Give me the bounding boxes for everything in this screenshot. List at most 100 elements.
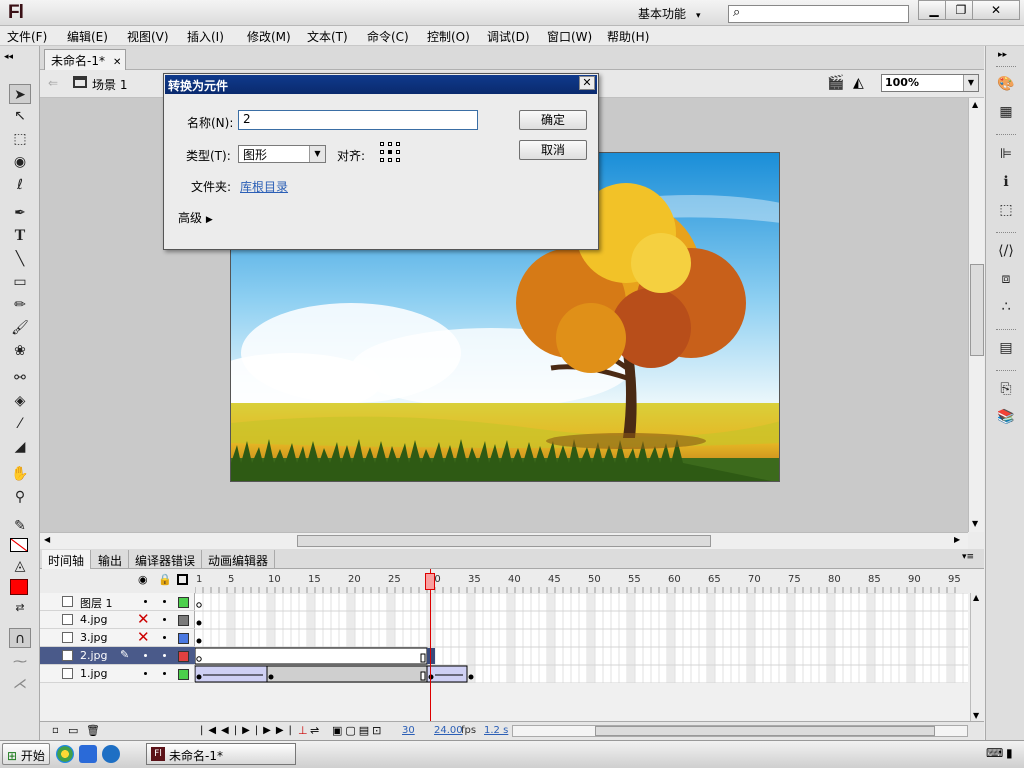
menu-modify[interactable]: 修改(M): [247, 28, 291, 45]
scroll-up-icon[interactable]: ▲: [972, 100, 978, 109]
back-arrow-icon[interactable]: ⇐: [48, 76, 58, 90]
eraser-tool-icon[interactable]: ◢: [9, 437, 31, 457]
visible-dot[interactable]: [144, 654, 147, 657]
timeline-horizontal-scrollbar[interactable]: [512, 725, 968, 737]
align-panel-icon[interactable]: ⊫: [996, 145, 1016, 163]
end-frame[interactable]: [420, 671, 426, 681]
rectangle-tool-icon[interactable]: ▭: [9, 272, 31, 292]
symbol-name-input[interactable]: 2: [238, 110, 478, 130]
color-panel-icon[interactable]: 🎨: [996, 75, 1016, 93]
workspace-switcher[interactable]: 基本功能 ▾: [638, 5, 701, 22]
end-frame[interactable]: [420, 653, 426, 663]
layer-row[interactable]: 4.jpg ✕: [40, 610, 195, 629]
keyframe[interactable]: [268, 674, 274, 680]
smooth-icon[interactable]: ⁓: [9, 652, 31, 672]
playback-controls[interactable]: |◀◀|▶|▶▶|: [200, 725, 297, 736]
layer-color-swatch[interactable]: [178, 597, 189, 608]
text-tool-icon[interactable]: T: [9, 226, 31, 246]
layer-row[interactable]: 3.jpg ✕: [40, 628, 195, 647]
outline-icon[interactable]: [177, 574, 188, 585]
layer-color-swatch[interactable]: [178, 669, 189, 680]
hand-tool-icon[interactable]: ✋: [9, 464, 31, 484]
stroke-color-icon[interactable]: ✎: [9, 516, 31, 536]
empty-keyframe[interactable]: [196, 602, 202, 608]
pencil-tool-icon[interactable]: ✏: [9, 295, 31, 315]
layer-color-swatch[interactable]: [178, 651, 189, 662]
brush-tool-icon[interactable]: 🖌: [9, 318, 31, 338]
document-tab[interactable]: 未命名-1* ✕: [44, 49, 126, 70]
registration-grid[interactable]: [380, 142, 402, 164]
timeline-vertical-scrollbar[interactable]: ▲ ▼: [970, 593, 984, 723]
tab-output[interactable]: 输出: [92, 550, 130, 569]
project-panel-icon[interactable]: ⎘: [996, 380, 1016, 398]
pen-tool-icon[interactable]: ✒: [9, 203, 31, 223]
frame-span[interactable]: [195, 647, 428, 665]
ok-button[interactable]: 确定: [519, 110, 587, 130]
stroke-color-swatch[interactable]: [10, 538, 28, 552]
visible-dot[interactable]: [144, 672, 147, 675]
cancel-button[interactable]: 取消: [519, 140, 587, 160]
edit-symbol-icon[interactable]: ◭: [853, 75, 864, 91]
fill-color-swatch[interactable]: [10, 579, 28, 595]
keyframe[interactable]: [196, 620, 202, 626]
scrollbar-thumb[interactable]: [297, 535, 711, 547]
scroll-down-icon[interactable]: ▼: [972, 519, 978, 528]
symbol-type-select[interactable]: 图形 ▼: [238, 145, 326, 163]
tab-timeline[interactable]: 时间轴: [42, 550, 92, 569]
library-books-icon[interactable]: 📚: [996, 408, 1016, 426]
collapse-icon[interactable]: ◂◂: [4, 52, 13, 62]
panel-menu-icon[interactable]: ▾≡: [962, 552, 974, 562]
menu-window[interactable]: 窗口(W): [547, 28, 592, 45]
keyframe[interactable]: [196, 674, 202, 680]
elapsed-time-readout[interactable]: 1.2 s: [484, 725, 508, 736]
scroll-down-icon[interactable]: ▼: [973, 711, 979, 720]
loop-icon[interactable]: ⇌: [310, 724, 319, 737]
help-search-input[interactable]: ⌕: [728, 5, 909, 23]
line-tool-icon[interactable]: ╲: [9, 249, 31, 269]
menu-help[interactable]: 帮助(H): [607, 28, 649, 45]
network-icon[interactable]: ▮: [1006, 746, 1013, 760]
scroll-up-icon[interactable]: ▲: [973, 593, 979, 602]
edit-scene-icon[interactable]: 🎬: [827, 75, 844, 91]
stage-vertical-scrollbar[interactable]: ▲ ▼: [968, 98, 984, 532]
selection-tool-icon[interactable]: ➤: [9, 84, 31, 104]
transform-panel-icon[interactable]: ⬚: [996, 201, 1016, 219]
lock-icon[interactable]: 🔒: [158, 573, 172, 586]
layer-color-swatch[interactable]: [178, 615, 189, 626]
motion-tween[interactable]: [195, 665, 268, 683]
new-folder-icon[interactable]: ▭: [68, 724, 78, 737]
lock-dot[interactable]: [163, 636, 166, 639]
straighten-icon[interactable]: ⋌: [9, 674, 31, 694]
hidden-x-icon[interactable]: ✕: [137, 628, 150, 646]
stage-horizontal-scrollbar[interactable]: ◀ ▶: [40, 532, 968, 549]
menu-edit[interactable]: 编辑(E): [67, 28, 108, 45]
menu-commands[interactable]: 命令(C): [367, 28, 409, 45]
zoom-select[interactable]: 100% ▼: [881, 74, 979, 92]
layer-row[interactable]: 1.jpg: [40, 665, 195, 683]
zoom-tool-icon[interactable]: ⚲: [9, 487, 31, 507]
close-tab-icon[interactable]: ✕: [113, 57, 121, 68]
library-root-link[interactable]: 库根目录: [240, 178, 288, 195]
3d-rotation-tool-icon[interactable]: ◉: [9, 152, 31, 172]
lock-dot[interactable]: [163, 654, 166, 657]
tab-motion-editor[interactable]: 动画编辑器: [202, 550, 276, 569]
ie-icon[interactable]: [79, 745, 97, 763]
expand-panels-icon[interactable]: ▸▸: [998, 50, 1007, 60]
taskbar-flash-window[interactable]: Fl 未命名-1*: [146, 743, 296, 765]
layer-color-swatch[interactable]: [178, 633, 189, 644]
dialog-close-button[interactable]: ✕: [579, 76, 595, 90]
start-button[interactable]: ⊞ 开始: [2, 743, 50, 765]
menu-control[interactable]: 控制(O): [427, 28, 470, 45]
lock-dot[interactable]: [163, 672, 166, 675]
scroll-right-icon[interactable]: ▶: [954, 535, 960, 544]
delete-layer-icon[interactable]: 🗑: [86, 724, 100, 737]
keyboard-icon[interactable]: ⌨: [986, 746, 1003, 760]
menu-file[interactable]: 文件(F): [7, 28, 47, 45]
keyframe[interactable]: [196, 638, 202, 644]
advanced-toggle[interactable]: 高级 ▶: [178, 209, 213, 226]
motion-tween[interactable]: [426, 665, 468, 683]
new-layer-icon[interactable]: ▫: [52, 725, 59, 736]
motion-presets-icon[interactable]: ∴: [996, 298, 1016, 316]
info-panel-icon[interactable]: ℹ: [996, 173, 1016, 191]
deco-tool-icon[interactable]: ❀: [9, 341, 31, 361]
